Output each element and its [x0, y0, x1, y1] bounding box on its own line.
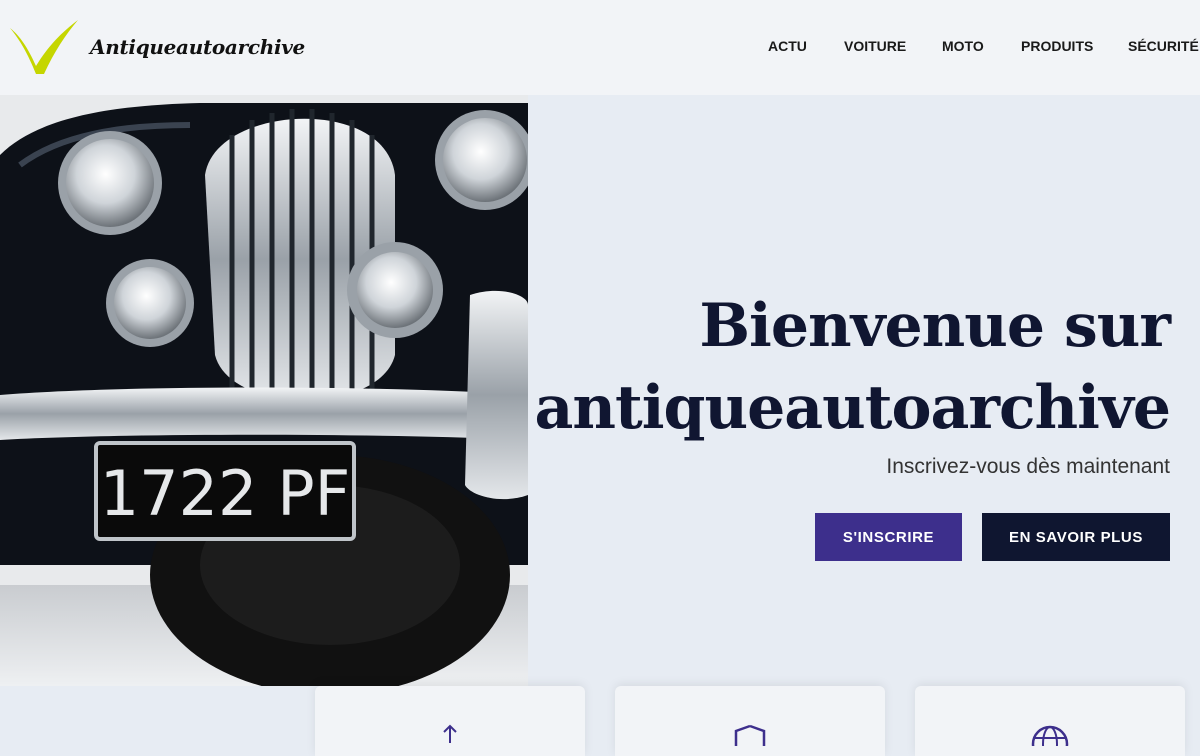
hero-buttons: S'INSCRIRE EN SAVOIR PLUS [815, 513, 1170, 561]
nav-item-voiture[interactable]: VOITURE [844, 38, 906, 54]
globe-icon [1031, 725, 1069, 746]
logo[interactable]: Antiqueautoarchive [8, 18, 305, 76]
hero-text: Bienvenue sur antiqueautoarchive Inscriv… [534, 285, 1171, 479]
hero-title-line2: antiqueautoarchive [534, 373, 1171, 443]
classic-car-image: 1722 PF [0, 95, 528, 686]
learn-more-button[interactable]: EN SAVOIR PLUS [982, 513, 1170, 561]
nav-item-securite[interactable]: SÉCURITÉ [1128, 38, 1199, 54]
signup-button[interactable]: S'INSCRIRE [815, 513, 962, 561]
hero-title-line1: Bienvenue sur [699, 291, 1171, 361]
hero-image: 1722 PF [0, 95, 528, 686]
nav-item-moto[interactable]: MOTO [942, 38, 984, 54]
hero-subtitle: Inscrivez-vous dès maintenant [886, 455, 1170, 478]
feature-card-1[interactable] [315, 686, 585, 756]
hero-title: Bienvenue sur antiqueautoarchive [534, 285, 1171, 449]
nav-item-actu[interactable]: ACTU [768, 38, 807, 54]
shield-icon [734, 724, 766, 746]
arrow-up-icon [443, 724, 457, 743]
checkmark-logo-icon [10, 20, 78, 74]
feature-card-2[interactable] [615, 686, 885, 756]
nav-item-produits[interactable]: PRODUITS [1021, 38, 1093, 54]
site-header: Antiqueautoarchive ACTU VOITURE MOTO PRO… [0, 0, 1200, 95]
license-plate-text: 1722 PF [100, 457, 351, 530]
brand-name: Antiqueautoarchive [90, 35, 305, 59]
feature-card-3[interactable] [915, 686, 1185, 756]
